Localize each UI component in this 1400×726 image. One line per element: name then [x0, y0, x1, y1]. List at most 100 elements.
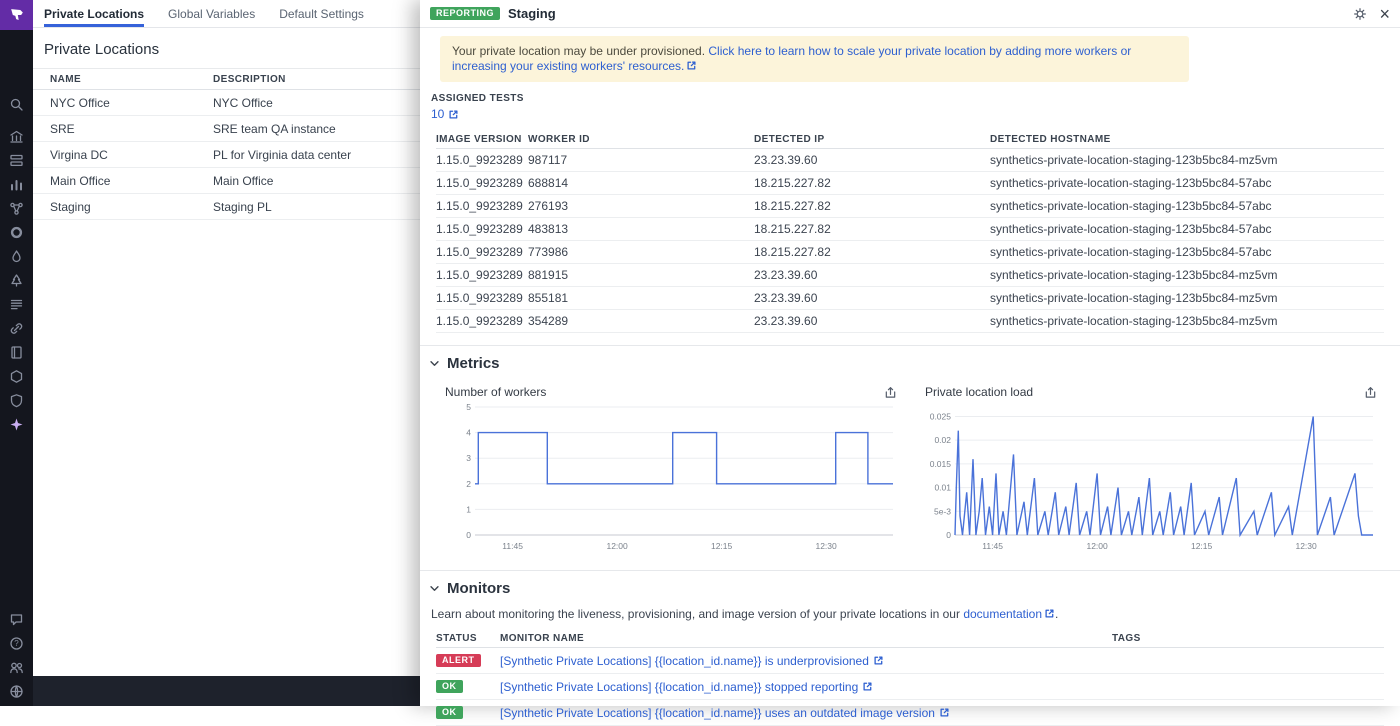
svg-text:?: ? — [14, 639, 19, 648]
location-row[interactable]: Virgina DCPL for Virginia data center — [33, 142, 420, 168]
column-header-image-version: IMAGE VERSION — [436, 134, 528, 145]
worker-id-cell: 688814 — [528, 176, 754, 190]
monitor-name: [Synthetic Private Locations] {{location… — [500, 654, 869, 668]
close-icon[interactable]: × — [1379, 5, 1390, 23]
svg-text:12:30: 12:30 — [815, 541, 837, 551]
panel-header: REPORTING Staging × — [420, 0, 1400, 28]
svg-text:12:30: 12:30 — [1295, 541, 1317, 551]
detected-ip-cell: 23.23.39.60 — [754, 153, 990, 167]
logs-icon[interactable] — [0, 292, 33, 316]
monitor-row: OK[Synthetic Private Locations] {{locati… — [436, 700, 1384, 726]
location-row[interactable]: StagingStaging PL — [33, 194, 420, 220]
location-row[interactable]: Main OfficeMain Office — [33, 168, 420, 194]
location-row[interactable]: SRESRE team QA instance — [33, 116, 420, 142]
svg-text:0.01: 0.01 — [934, 483, 951, 493]
column-header-worker-id: WORKER ID — [528, 134, 754, 145]
detected-hostname-cell: synthetics-private-location-staging-123b… — [990, 222, 1384, 236]
svg-text:0.025: 0.025 — [930, 411, 952, 421]
name-cell: NYC Office — [33, 96, 213, 110]
apm-icon[interactable] — [0, 220, 33, 244]
svg-text:3: 3 — [466, 453, 471, 463]
notebooks-icon[interactable] — [0, 340, 33, 364]
monitor-row: ALERT[Synthetic Private Locations] {{loc… — [436, 648, 1384, 674]
worker-id-cell: 855181 — [528, 291, 754, 305]
external-link-icon — [862, 681, 873, 692]
svg-text:0.02: 0.02 — [934, 435, 951, 445]
page-title: Private Locations — [44, 41, 420, 58]
column-header-monitor-name: MONITOR NAME — [500, 633, 1112, 644]
export-icon[interactable] — [884, 386, 897, 399]
export-icon[interactable] — [1364, 386, 1377, 399]
documentation-link[interactable]: documentation — [963, 607, 1042, 621]
gear-icon[interactable] — [1353, 7, 1367, 21]
column-header-name: NAME — [33, 74, 213, 85]
chevron-down-icon — [428, 357, 441, 370]
worker-id-cell: 773986 — [528, 245, 754, 259]
svg-text:0: 0 — [946, 530, 951, 540]
detected-hostname-cell: synthetics-private-location-staging-123b… — [990, 314, 1384, 328]
workers-chart-plot[interactable]: 01234511:4512:0012:1512:30 — [445, 401, 897, 558]
tab-global-variables[interactable]: Global Variables — [168, 0, 255, 27]
host-list-icon[interactable] — [0, 148, 33, 172]
security-icon[interactable] — [0, 364, 33, 388]
search-icon[interactable] — [0, 92, 33, 116]
help-icon[interactable]: ? — [0, 631, 33, 655]
detected-ip-cell: 23.23.39.60 — [754, 268, 990, 282]
monitor-link[interactable]: [Synthetic Private Locations] {{location… — [500, 706, 950, 720]
worker-row: 1.15.0_992328998711723.23.39.60synthetic… — [436, 149, 1384, 172]
watchdog-icon[interactable] — [0, 268, 33, 292]
underprovisioned-warning-banner: Your private location may be under provi… — [440, 36, 1189, 82]
worker-id-cell: 276193 — [528, 199, 754, 213]
tabbar: Private Locations Global Variables Defau… — [33, 0, 420, 28]
column-header-tags: TAGS — [1112, 633, 1384, 644]
load-chart-plot[interactable]: 05e-30.010.0150.020.02511:4512:0012:1512… — [925, 401, 1377, 558]
datadog-logo-icon[interactable] — [0, 0, 33, 30]
external-link-icon[interactable] — [1044, 608, 1055, 619]
metrics-section-toggle[interactable]: Metrics — [420, 346, 1400, 372]
monitor-link[interactable]: [Synthetic Private Locations] {{location… — [500, 654, 884, 668]
location-row[interactable]: NYC OfficeNYC Office — [33, 90, 420, 116]
workers-chart: Number of workers 01234511:4512:0012:151… — [445, 385, 897, 558]
integrations-icon[interactable] — [0, 316, 33, 340]
monitors-section-toggle[interactable]: Monitors — [420, 571, 1400, 597]
assigned-tests-count: 10 — [431, 107, 444, 121]
column-header-detected-ip: DETECTED IP — [754, 134, 990, 145]
chat-icon[interactable] — [0, 607, 33, 631]
profiling-icon[interactable] — [0, 244, 33, 268]
metrics-icon[interactable] — [0, 172, 33, 196]
assigned-tests-count-link[interactable]: 10 — [431, 107, 1400, 121]
compliance-icon[interactable] — [0, 388, 33, 412]
column-header-status: STATUS — [436, 633, 500, 644]
external-link-icon — [939, 707, 950, 718]
locations-table: NAME DESCRIPTION NYC OfficeNYC OfficeSRE… — [33, 68, 420, 220]
worker-id-cell: 354289 — [528, 314, 754, 328]
worker-row: 1.15.0_992328977398618.215.227.82synthet… — [436, 241, 1384, 264]
region-icon[interactable] — [0, 679, 33, 703]
worker-row: 1.15.0_992328927619318.215.227.82synthet… — [436, 195, 1384, 218]
monitors-description-period: . — [1055, 607, 1058, 621]
network-map-icon[interactable] — [0, 196, 33, 220]
image-version-cell: 1.15.0_9923289 — [436, 199, 528, 213]
monitor-link[interactable]: [Synthetic Private Locations] {{location… — [500, 680, 873, 694]
tab-private-locations[interactable]: Private Locations — [44, 0, 144, 27]
chevron-down-icon — [428, 582, 441, 595]
monitors-table: STATUS MONITOR NAME TAGS ALERT[Synthetic… — [436, 629, 1384, 726]
users-icon[interactable] — [0, 655, 33, 679]
monitor-name: [Synthetic Private Locations] {{location… — [500, 706, 935, 720]
name-cell: Staging — [33, 200, 213, 214]
svg-text:5: 5 — [466, 402, 471, 412]
image-version-cell: 1.15.0_9923289 — [436, 268, 528, 282]
svg-text:12:00: 12:00 — [1086, 541, 1108, 551]
svg-text:1: 1 — [466, 504, 471, 514]
svg-text:2: 2 — [466, 479, 471, 489]
app-root: ? Private Locations Global Variables Def… — [0, 0, 1400, 706]
private-locations-page: Private Locations Global Variables Defau… — [33, 0, 420, 706]
infrastructure-icon[interactable] — [0, 124, 33, 148]
description-cell: NYC Office — [213, 96, 273, 110]
metrics-charts: Number of workers 01234511:4512:0012:151… — [420, 372, 1400, 558]
external-link-icon[interactable] — [686, 60, 697, 71]
synthetics-icon[interactable] — [0, 412, 33, 436]
tab-default-settings[interactable]: Default Settings — [279, 0, 364, 27]
svg-text:11:45: 11:45 — [502, 541, 523, 551]
column-header-description: DESCRIPTION — [213, 74, 286, 85]
